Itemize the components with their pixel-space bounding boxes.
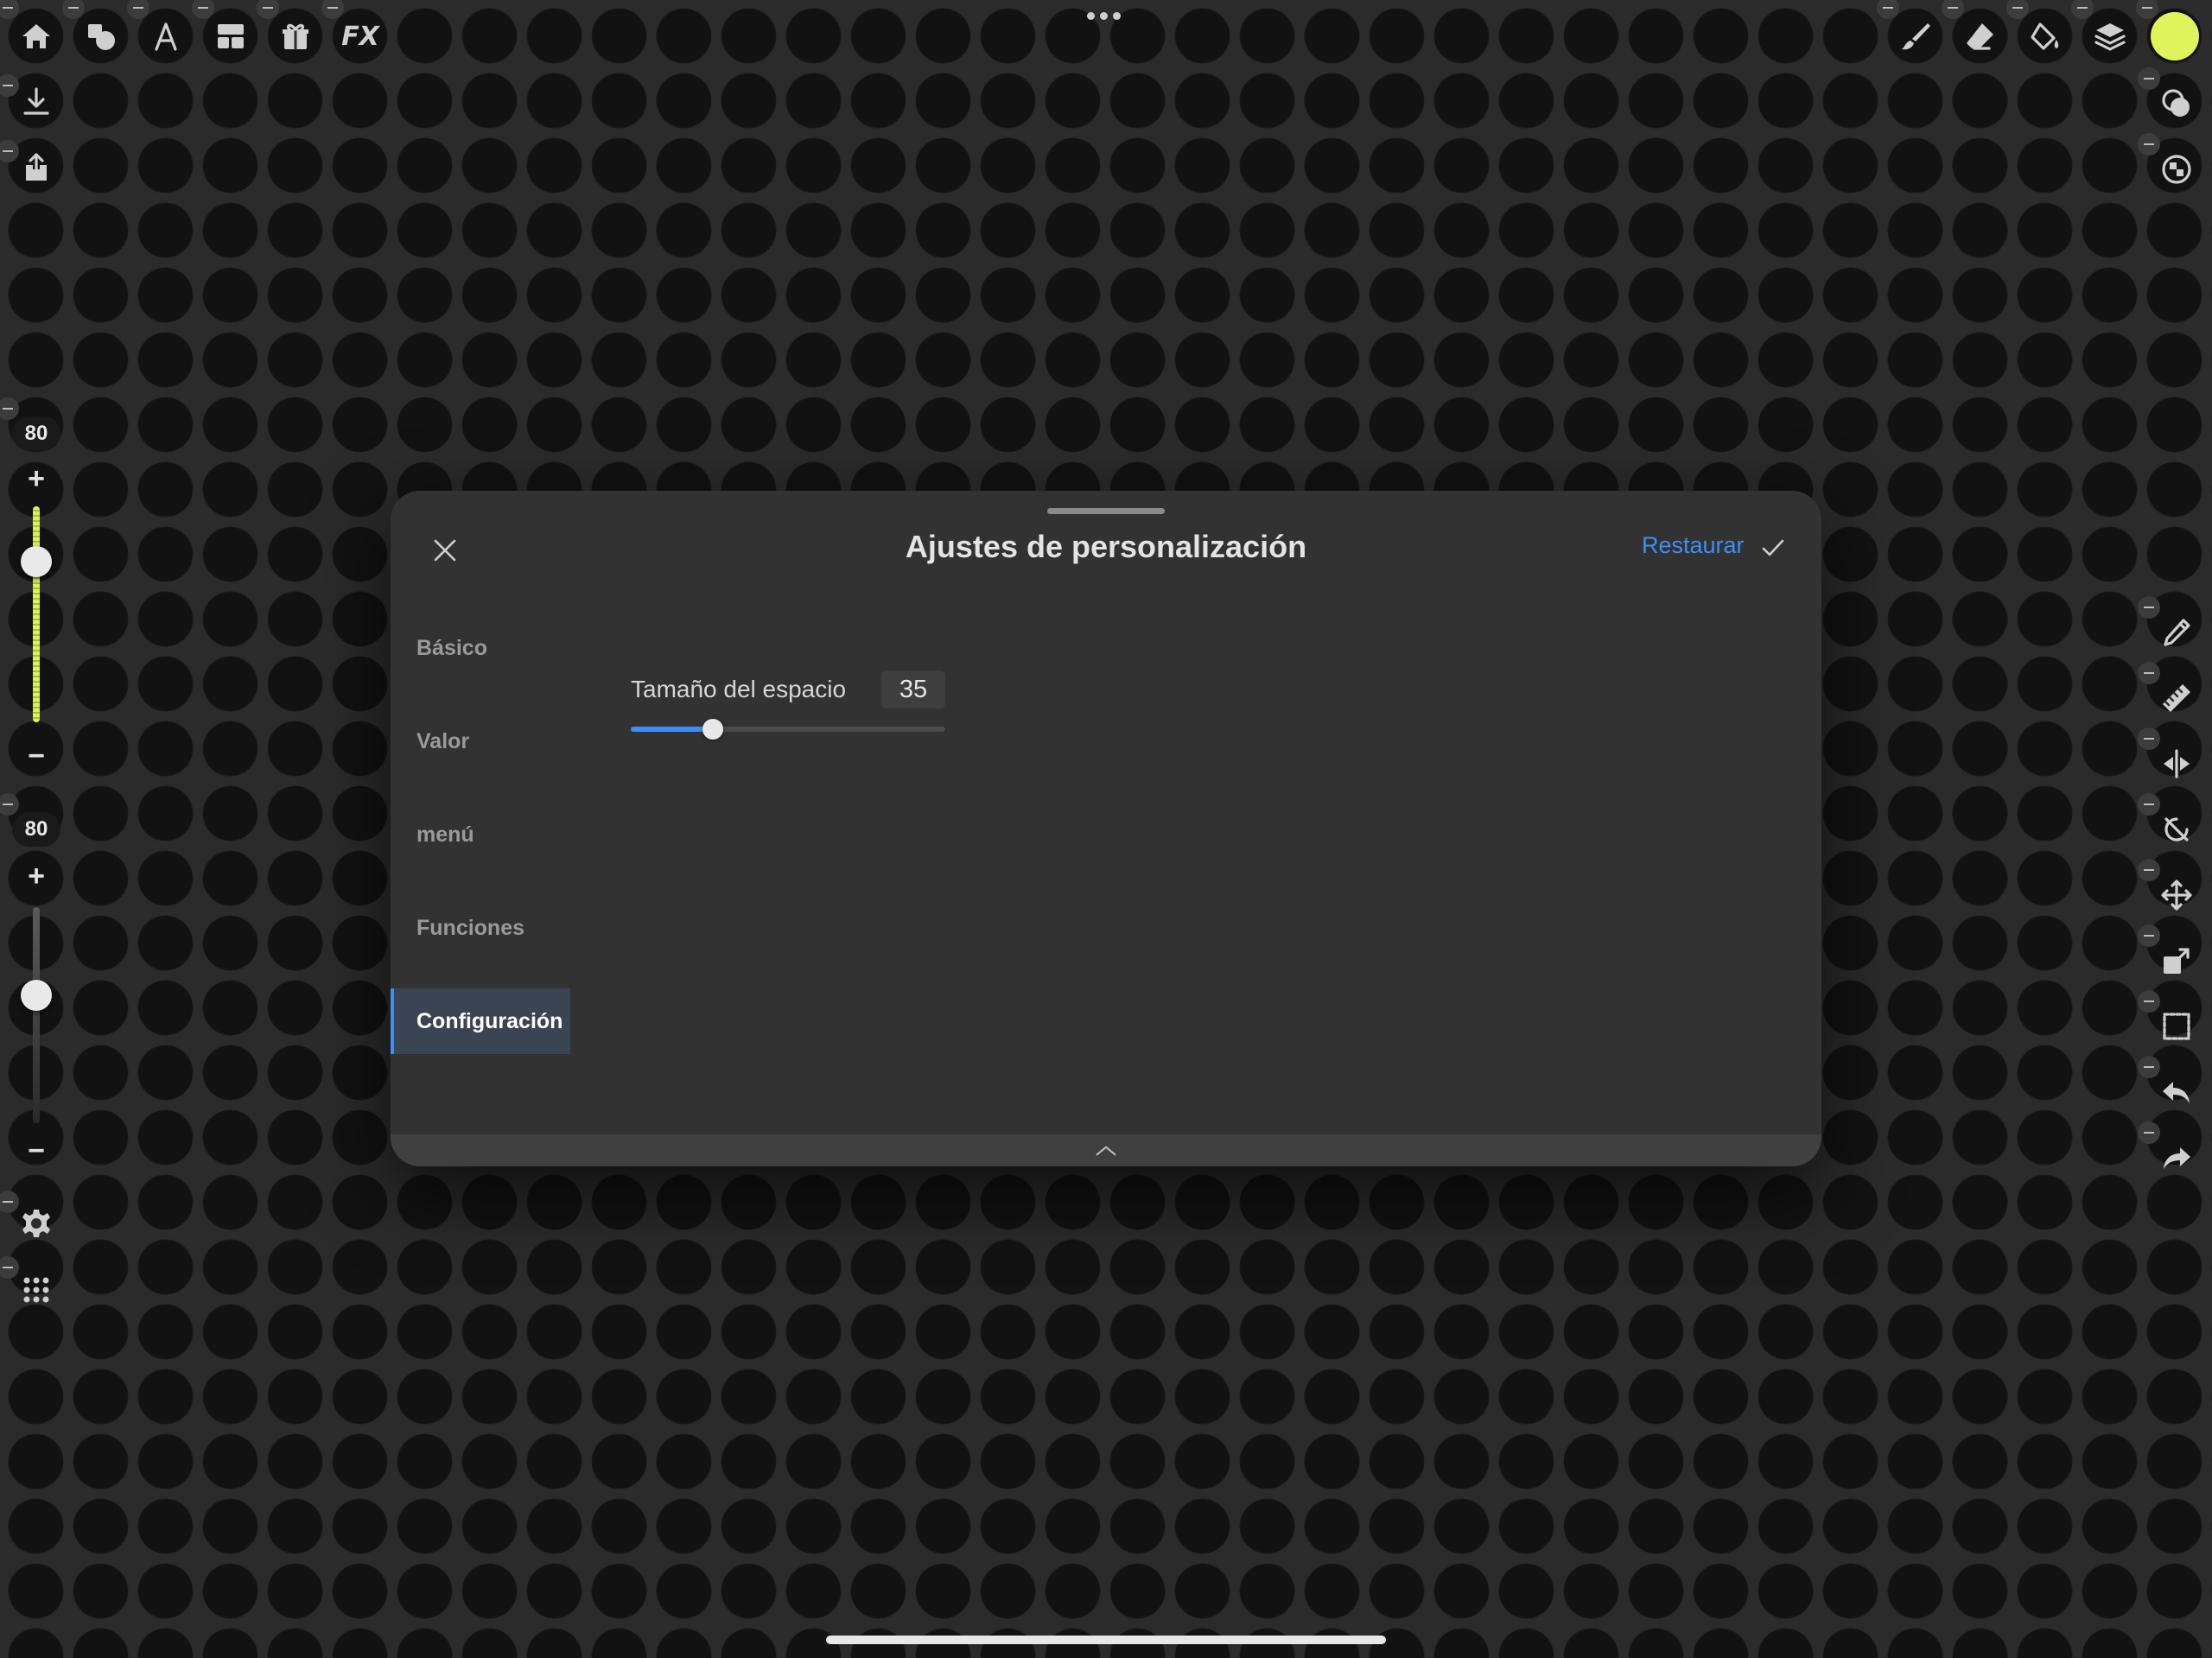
nav-item-configuracion[interactable]: Configuración [391, 988, 570, 1054]
brush-size-value: 80 [12, 416, 60, 451]
settings-button[interactable] [10, 1197, 62, 1249]
gift-icon [283, 23, 308, 51]
undo-button[interactable] [2151, 1066, 2202, 1118]
opacity-increase-button[interactable]: + [19, 859, 54, 893]
gear-icon [22, 1210, 50, 1237]
transform-icon [2164, 948, 2190, 974]
undo-icon [2163, 1082, 2190, 1103]
dialog-drag-handle[interactable] [1047, 508, 1165, 514]
remove-tool-button[interactable] [0, 397, 19, 420]
symmetry-button[interactable] [2151, 143, 2202, 195]
brush-button[interactable] [1890, 10, 1942, 62]
opacity-slider-thumb[interactable] [21, 980, 52, 1011]
ruler-button[interactable] [2151, 672, 2202, 724]
brush-size-decrease-button[interactable]: − [19, 739, 54, 773]
restore-button[interactable]: Restaurar [1642, 532, 1745, 559]
nav-item-funciones[interactable]: Funciones [391, 895, 570, 961]
home-button[interactable] [10, 10, 62, 62]
space-size-label: Tamaño del espacio [631, 676, 847, 702]
mirror-flip-icon [2164, 749, 2190, 778]
layers-button[interactable] [2084, 10, 2136, 62]
share-button[interactable] [10, 142, 62, 194]
mirror-button[interactable] [2151, 738, 2202, 790]
fx-icon: FX [341, 21, 379, 52]
nav-item-valor[interactable]: Valor [391, 708, 570, 774]
eraser-button[interactable] [1955, 10, 2006, 62]
layers-icon [2094, 23, 2126, 51]
space-size-value[interactable]: 35 [881, 670, 945, 708]
app-grid-button[interactable] [10, 1263, 62, 1315]
eyedropper-icon [2164, 619, 2190, 646]
space-size-slider-thumb[interactable] [702, 719, 723, 740]
blend-button[interactable] [2151, 78, 2202, 130]
fill-bucket-icon [2031, 22, 2059, 50]
redo-icon [2164, 1147, 2190, 1169]
text-tool-button[interactable] [140, 10, 192, 62]
download-button[interactable] [10, 76, 62, 128]
checkmark-icon [1762, 539, 1784, 556]
nav-item-menu[interactable]: menú [391, 802, 570, 867]
fx-button[interactable]: FX [334, 10, 386, 62]
shapes-icon [88, 24, 115, 50]
opacity-track[interactable] [33, 907, 40, 1123]
current-color-swatch [2151, 12, 2199, 60]
remove-tool-button[interactable] [0, 793, 19, 816]
opacity-decrease-button[interactable]: − [19, 1134, 54, 1168]
brush-size-track[interactable] [33, 506, 40, 722]
chevron-up-icon [1096, 1146, 1116, 1155]
fill-bucket-button[interactable] [2019, 10, 2071, 62]
blend-circles-icon [2162, 89, 2190, 117]
eraser-icon [1967, 23, 1993, 50]
home-indicator[interactable] [826, 1636, 1386, 1644]
ruler-icon [2163, 684, 2190, 712]
customization-settings-dialog: Ajustes de personalización Restaurar Bás… [391, 491, 1821, 1166]
space-size-slider[interactable] [631, 719, 945, 740]
dashed-selection-icon [2163, 1013, 2190, 1040]
share-icon [26, 153, 47, 181]
dialog-expand-bar[interactable] [391, 1134, 1821, 1166]
shapes-button[interactable] [75, 10, 127, 62]
space-size-slider-fill [631, 727, 713, 732]
grid-dots-icon [23, 1277, 49, 1303]
move-button[interactable] [2151, 869, 2202, 921]
text-icon [155, 22, 177, 51]
dialog-title: Ajustes de personalización [905, 529, 1307, 564]
gift-button[interactable] [270, 10, 321, 62]
nav-item-basico[interactable]: Básico [391, 615, 570, 681]
home-icon [22, 24, 50, 48]
color-picker-button[interactable] [2149, 10, 2201, 62]
checker-circle-icon [2162, 155, 2191, 184]
brush-size-slider-thumb[interactable] [21, 546, 52, 577]
lasso-button[interactable] [2151, 804, 2202, 855]
brush-icon [1902, 23, 1930, 50]
transform-button[interactable] [2151, 935, 2202, 987]
layout-button[interactable] [205, 10, 257, 62]
redo-button[interactable] [2151, 1132, 2202, 1184]
download-icon [23, 87, 49, 115]
selection-button[interactable] [2151, 1001, 2202, 1052]
eyedropper-button[interactable] [2151, 607, 2202, 658]
more-options-icon[interactable] [1087, 12, 1121, 20]
brush-opacity-value: 80 [12, 812, 60, 847]
confirm-button[interactable] [1754, 529, 1792, 567]
brush-size-increase-button[interactable]: + [19, 461, 54, 496]
move-arrows-icon [2161, 880, 2192, 911]
lasso-icon [2164, 817, 2189, 842]
layout-icon [218, 24, 244, 48]
